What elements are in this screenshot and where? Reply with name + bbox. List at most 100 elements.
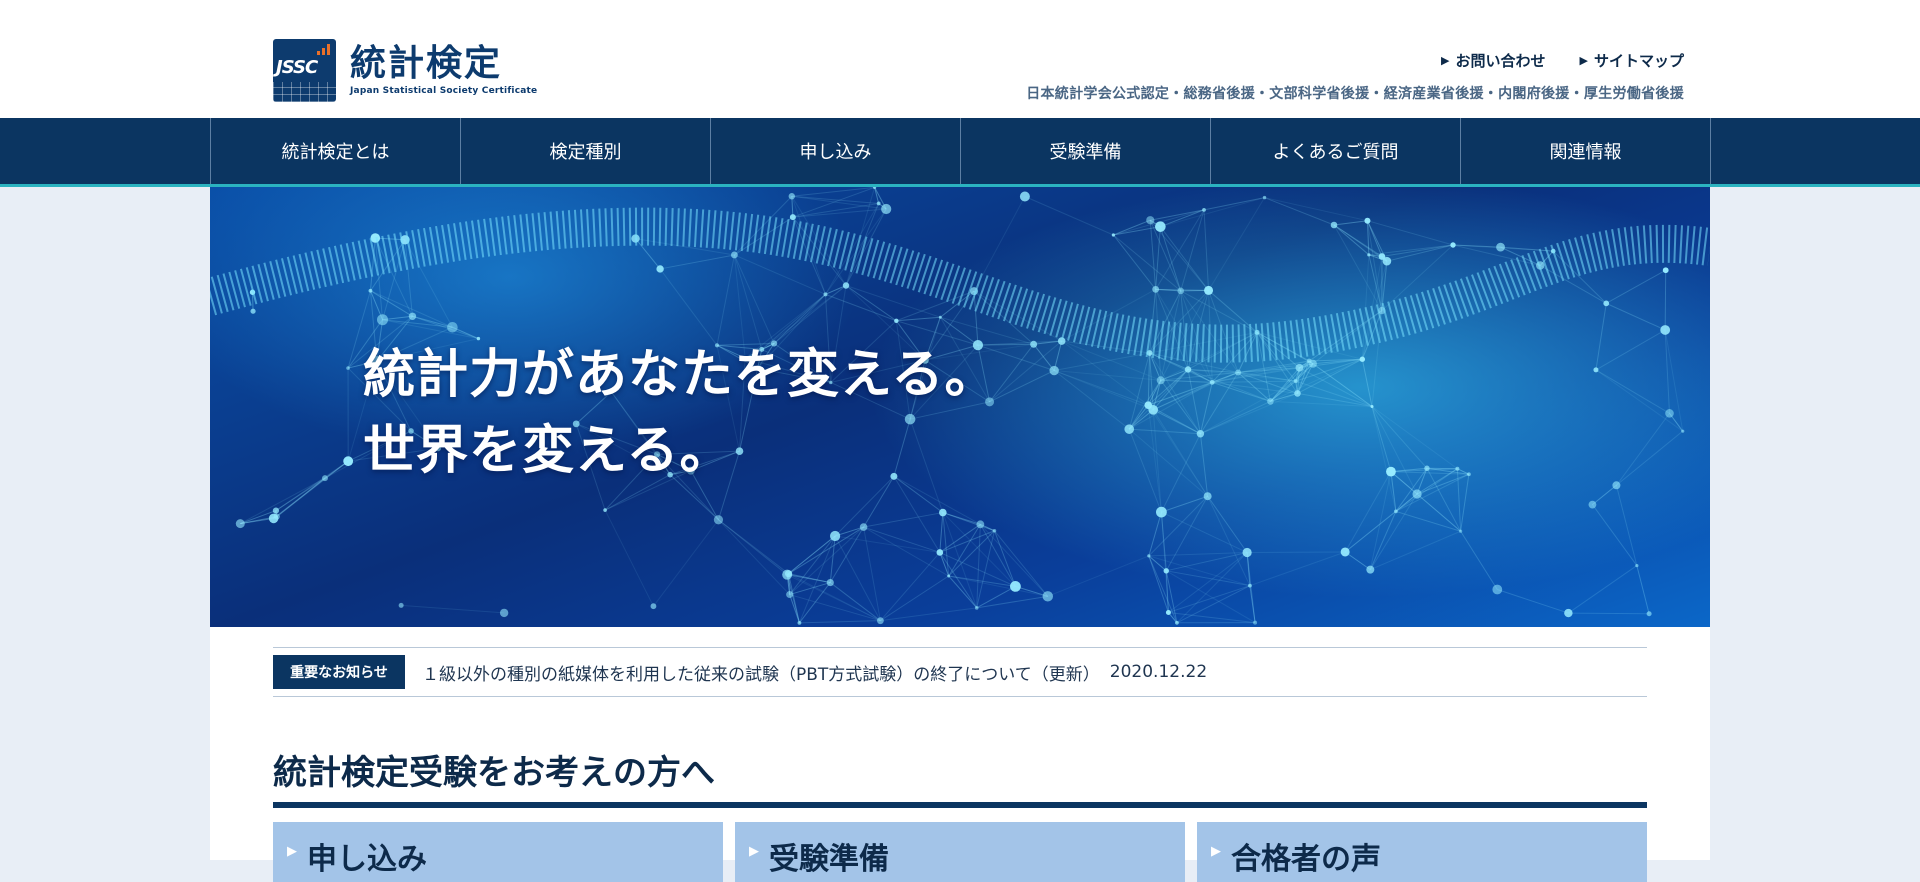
network-line: [1153, 410, 1161, 512]
network-line: [1370, 494, 1417, 570]
network-line: [1160, 198, 1264, 227]
network-line: [1387, 245, 1453, 261]
network-node: [790, 214, 796, 220]
notice-badge: 重要なお知らせ: [273, 655, 405, 689]
site-logo[interactable]: JSSC 統計検定 Japan Statistical Society Cert…: [273, 38, 537, 102]
network-node: [1424, 466, 1429, 471]
nav-item-related[interactable]: 関連情報: [1461, 118, 1711, 184]
sitemap-link-label: サイトマップ: [1594, 50, 1684, 71]
nav-item-about[interactable]: 統計検定とは: [211, 118, 461, 184]
network-line: [1372, 406, 1396, 511]
endorsement-text: 日本統計学会公式認定・総務省後援・文部科学省後援・経済産業省後援・内閣府後援・厚…: [1026, 83, 1684, 103]
network-line: [1247, 552, 1345, 553]
network-node: [1210, 380, 1215, 385]
triangle-right-icon: ▶: [287, 844, 297, 859]
network-node: [1204, 492, 1212, 500]
network-node: [830, 531, 840, 541]
network-line: [835, 536, 940, 552]
network-node: [894, 319, 898, 323]
network-line: [1204, 210, 1209, 291]
network-line: [1372, 406, 1457, 468]
network-node: [656, 265, 663, 272]
network-node: [603, 508, 607, 512]
network-line: [1372, 406, 1391, 471]
network-line: [793, 203, 879, 217]
network-line: [1054, 371, 1148, 406]
network-node: [731, 252, 738, 259]
network-node: [1253, 621, 1257, 625]
network-line: [718, 520, 787, 575]
network-line: [1025, 196, 1113, 234]
network-line: [1345, 472, 1391, 552]
network-node: [975, 606, 979, 610]
network-line: [1113, 235, 1155, 289]
network-line: [1168, 586, 1249, 613]
nav-items: 統計検定とは 検定種別 申し込み 受験準備 よくあるご質問 関連情報: [210, 118, 1711, 184]
nav-item-faq[interactable]: よくあるご質問: [1211, 118, 1461, 184]
nav-item-preparation[interactable]: 受験準備: [961, 118, 1211, 184]
logo-text: 統計検定 Japan Statistical Society Certifica…: [350, 44, 537, 96]
sitemap-link[interactable]: ▶ サイトマップ: [1580, 50, 1684, 71]
card-testimonials[interactable]: ▶ 合格者の声: [1197, 822, 1647, 882]
network-node: [1383, 257, 1392, 266]
network-line: [943, 513, 977, 608]
network-line: [1161, 512, 1168, 612]
important-notice: 重要なお知らせ １級以外の種別の紙媒体を利用した従来の試験（PBT方式試験）の終…: [273, 647, 1647, 697]
network-node: [1049, 366, 1058, 375]
network-node: [1665, 409, 1674, 418]
network-line: [253, 292, 254, 311]
network-line: [940, 513, 943, 553]
network-node: [1164, 568, 1169, 573]
network-node: [1467, 472, 1471, 476]
network-line: [1250, 586, 1255, 623]
network-node: [1660, 325, 1670, 335]
network-line: [1113, 235, 1180, 291]
network-line: [1054, 353, 1149, 371]
notice-link[interactable]: １級以外の種別の紙媒体を利用した従来の試験（PBT方式試験）の終了について（更新…: [422, 660, 1100, 685]
card-preparation-label: 受験準備: [769, 834, 889, 878]
network-line: [846, 286, 896, 321]
network-node: [1147, 554, 1150, 557]
network-line: [1181, 210, 1204, 291]
network-node: [1647, 611, 1652, 616]
network-line: [880, 608, 976, 621]
network-node: [1197, 430, 1204, 437]
network-node: [789, 193, 795, 199]
network-node: [1612, 481, 1620, 489]
network-node: [1296, 364, 1304, 372]
network-line: [787, 575, 799, 623]
contact-link[interactable]: ▶ お問い合わせ: [1441, 50, 1545, 71]
hero-banner: 統計力があなたを変える。 世界を変える。: [210, 187, 1710, 627]
card-apply[interactable]: ▶ 申し込み: [273, 822, 723, 882]
network-line: [1204, 198, 1265, 210]
network-node: [937, 549, 944, 556]
logo-grid: [273, 82, 336, 102]
nav-item-exam-types[interactable]: 検定種別: [461, 118, 711, 184]
network-line: [1148, 405, 1207, 496]
network-node: [409, 313, 416, 320]
network-node: [1371, 405, 1374, 408]
network-node: [993, 529, 997, 533]
network-node: [1152, 286, 1159, 293]
card-apply-label: 申し込み: [307, 834, 427, 878]
jssc-logo-icon: JSSC: [273, 39, 336, 102]
triangle-right-icon: ▶: [1441, 54, 1449, 67]
network-line: [1345, 494, 1417, 552]
network-line: [717, 255, 734, 345]
network-node: [1294, 379, 1298, 383]
card-preparation[interactable]: ▶ 受験準備: [735, 822, 1185, 882]
network-line: [1160, 227, 1208, 291]
network-node: [250, 309, 255, 314]
network-node: [782, 570, 792, 580]
network-line: [1048, 556, 1149, 596]
logo-bars: [317, 44, 330, 55]
network-line: [1200, 393, 1297, 433]
nav-item-apply[interactable]: 申し込み: [711, 118, 961, 184]
network-line: [1296, 381, 1372, 406]
network-node: [273, 507, 279, 513]
network-line: [1160, 227, 1180, 291]
card-testimonials-label: 合格者の声: [1231, 834, 1381, 878]
network-line: [1596, 370, 1683, 431]
network-node: [939, 316, 942, 319]
network-line: [1160, 210, 1204, 227]
